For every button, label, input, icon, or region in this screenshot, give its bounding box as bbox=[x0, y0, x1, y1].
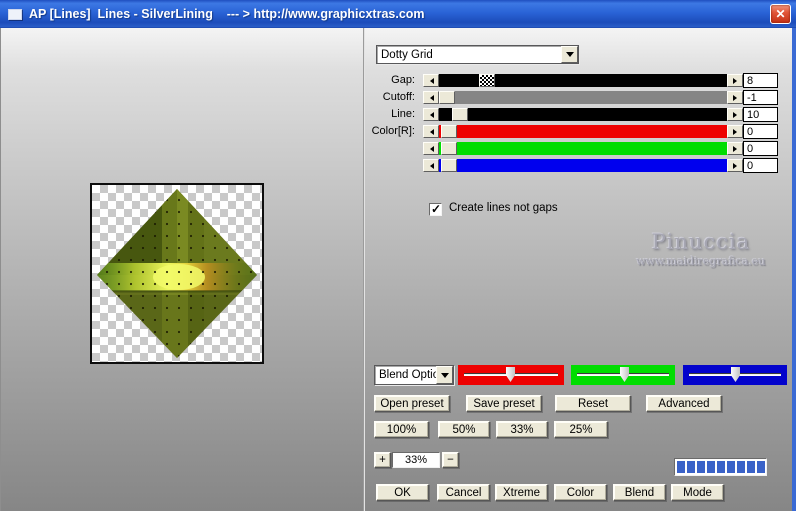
xtreme-button[interactable]: Xtreme bbox=[495, 484, 548, 501]
green-mix-slider[interactable] bbox=[571, 365, 675, 385]
cutoff-label: Cutoff: bbox=[382, 91, 415, 103]
blue-mix-slider[interactable] bbox=[683, 365, 787, 385]
arrow-left-icon bbox=[427, 145, 434, 152]
blend-options-arrow-button[interactable] bbox=[436, 366, 453, 384]
arrow-right-icon bbox=[732, 111, 740, 118]
filter-dropdown[interactable]: Dotty Grid bbox=[376, 45, 579, 64]
create-lines-checkbox[interactable] bbox=[429, 202, 442, 216]
arrow-left-icon bbox=[427, 94, 434, 101]
create-lines-label: Create lines not gaps bbox=[449, 202, 558, 214]
color-g-value-field[interactable] bbox=[743, 141, 778, 156]
cancel-button[interactable]: Cancel bbox=[437, 484, 490, 501]
blend-options-value: Blend Optio bbox=[379, 369, 436, 381]
gap-slider-left-arrow[interactable] bbox=[423, 74, 439, 87]
gap-slider-right-arrow[interactable] bbox=[727, 74, 743, 87]
save-preset-button[interactable]: Save preset bbox=[466, 395, 542, 412]
panel-divider bbox=[363, 28, 364, 511]
progress-bar bbox=[674, 458, 767, 476]
arrow-right-icon bbox=[732, 77, 740, 84]
zoom-minus-button[interactable]: − bbox=[442, 452, 459, 468]
gap-slider-track[interactable] bbox=[439, 74, 727, 87]
color-b-slider-thumb[interactable] bbox=[441, 159, 457, 172]
line-slider-track[interactable] bbox=[439, 108, 727, 121]
blend-button[interactable]: Blend bbox=[613, 484, 666, 501]
preview-canvas[interactable] bbox=[90, 183, 264, 364]
app-icon bbox=[8, 8, 22, 20]
reset-button[interactable]: Reset bbox=[555, 395, 631, 412]
preview-image bbox=[97, 189, 257, 358]
filter-dropdown-value: Dotty Grid bbox=[381, 48, 433, 61]
zoom-50-button[interactable]: 50% bbox=[438, 421, 490, 438]
color-b-value-field[interactable] bbox=[743, 158, 778, 173]
color-g-slider-right-arrow[interactable] bbox=[727, 142, 743, 155]
gap-value-field[interactable] bbox=[743, 73, 778, 88]
arrow-left-icon bbox=[427, 128, 434, 135]
open-preset-button[interactable]: Open preset bbox=[374, 395, 450, 412]
ok-button[interactable]: OK bbox=[376, 484, 429, 501]
arrow-right-icon bbox=[732, 128, 740, 135]
color-g-slider-track[interactable] bbox=[439, 142, 727, 155]
arrow-left-icon bbox=[427, 111, 434, 118]
client-area: Dotty Grid Gap: Cutoff: Line: Color[R]: bbox=[0, 28, 796, 511]
zoom-25-button[interactable]: 25% bbox=[554, 421, 608, 438]
watermark: Pinuccia www.maidiregrafica.eu bbox=[619, 230, 783, 268]
cutoff-slider-right-arrow[interactable] bbox=[727, 91, 743, 104]
zoom-33-button[interactable]: 33% bbox=[496, 421, 548, 438]
line-value-field[interactable] bbox=[743, 107, 778, 122]
red-mix-thumb[interactable] bbox=[506, 367, 515, 382]
zoom-level-field[interactable]: 33% bbox=[392, 452, 440, 468]
color-r-slider-track[interactable] bbox=[439, 125, 727, 138]
mode-button[interactable]: Mode bbox=[671, 484, 724, 501]
advanced-button[interactable]: Advanced bbox=[646, 395, 722, 412]
color-b-slider-left-arrow[interactable] bbox=[423, 159, 439, 172]
gap-label: Gap: bbox=[391, 74, 415, 86]
blend-options-dropdown[interactable]: Blend Optio bbox=[374, 365, 454, 385]
color-b-slider-right-arrow[interactable] bbox=[727, 159, 743, 172]
cutoff-value-field[interactable] bbox=[743, 90, 778, 105]
arrow-right-icon bbox=[732, 162, 740, 169]
watermark-site: www.maidiregrafica.eu bbox=[636, 255, 766, 268]
line-label: Line: bbox=[391, 108, 415, 120]
cutoff-slider-track[interactable] bbox=[439, 91, 727, 104]
cutoff-slider-thumb[interactable] bbox=[439, 91, 455, 104]
filter-dropdown-arrow-button[interactable] bbox=[561, 46, 578, 63]
arrow-left-icon bbox=[427, 162, 434, 169]
plugin-window: AP [Lines] Lines - SilverLining --- > ht… bbox=[0, 0, 796, 511]
arrow-right-icon bbox=[732, 94, 740, 101]
color-g-slider-thumb[interactable] bbox=[441, 142, 457, 155]
line-slider-right-arrow[interactable] bbox=[727, 108, 743, 121]
color-b-slider-track[interactable] bbox=[439, 159, 727, 172]
cutoff-slider-left-arrow[interactable] bbox=[423, 91, 439, 104]
line-slider-thumb[interactable] bbox=[452, 108, 468, 121]
arrow-right-icon bbox=[732, 145, 740, 152]
color-r-slider-right-arrow[interactable] bbox=[727, 125, 743, 138]
red-mix-slider[interactable] bbox=[458, 365, 564, 385]
chevron-down-icon bbox=[440, 372, 449, 382]
gap-slider-thumb[interactable] bbox=[479, 74, 495, 87]
blue-mix-thumb[interactable] bbox=[731, 367, 740, 382]
line-slider-left-arrow[interactable] bbox=[423, 108, 439, 121]
color-g-slider-left-arrow[interactable] bbox=[423, 142, 439, 155]
window-border-right bbox=[792, 28, 796, 511]
title-bar: AP [Lines] Lines - SilverLining --- > ht… bbox=[0, 0, 796, 28]
window-title: AP [Lines] Lines - SilverLining --- > ht… bbox=[29, 7, 425, 21]
color-r-label: Color[R]: bbox=[371, 125, 415, 137]
close-button[interactable]: ✕ bbox=[770, 4, 791, 24]
watermark-name: Pinuccia bbox=[651, 230, 751, 254]
zoom-100-button[interactable]: 100% bbox=[374, 421, 429, 438]
chevron-down-icon bbox=[565, 52, 574, 61]
color-button[interactable]: Color bbox=[554, 484, 607, 501]
green-mix-thumb[interactable] bbox=[620, 367, 629, 382]
color-r-value-field[interactable] bbox=[743, 124, 778, 139]
arrow-left-icon bbox=[427, 77, 434, 84]
zoom-plus-button[interactable]: + bbox=[374, 452, 391, 468]
color-r-slider-left-arrow[interactable] bbox=[423, 125, 439, 138]
color-r-slider-thumb[interactable] bbox=[441, 125, 457, 138]
